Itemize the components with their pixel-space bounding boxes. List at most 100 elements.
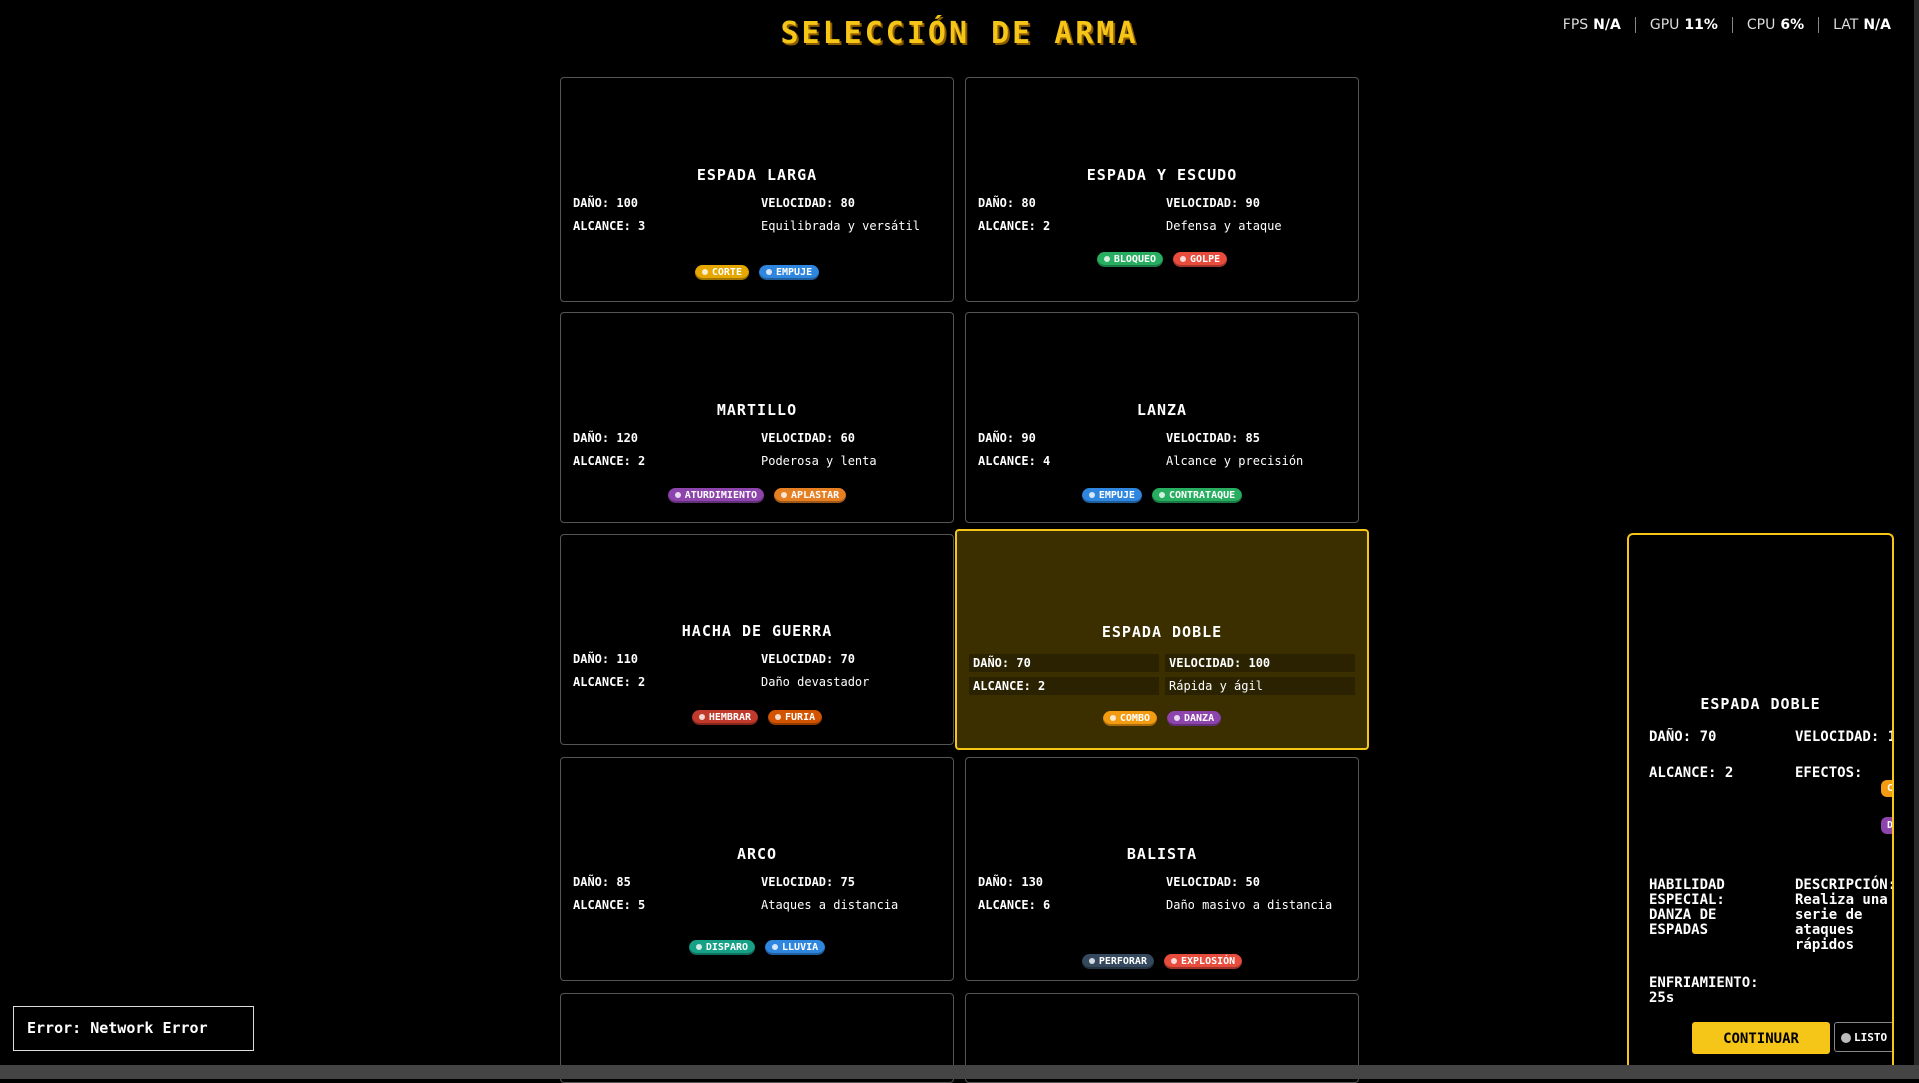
weapon-description: Rápida y ágil xyxy=(1165,677,1355,695)
weapon-name: ESPADA Y ESCUDO xyxy=(1086,166,1238,184)
effect-icon xyxy=(1158,492,1165,498)
weapon-damage: DAÑO: 80 xyxy=(978,196,1036,210)
effect-tag: CORTE xyxy=(694,265,749,280)
detail-weapon-name: ESPADA DOBLE xyxy=(1700,695,1821,713)
effect-tag: GOLPE xyxy=(1173,252,1228,267)
effect-icon xyxy=(695,944,702,950)
effect-icon xyxy=(1103,256,1110,262)
detail-reach: ALCANCE: 2 xyxy=(1649,765,1734,781)
effect-icon xyxy=(698,714,705,720)
effect-icon xyxy=(772,944,779,950)
weapon-damage: DAÑO: 100 xyxy=(573,196,639,210)
weapon-description: Defensa y ataque xyxy=(1166,219,1282,233)
weapon-tags: PERFORAR EXPLOSIÓN xyxy=(966,954,1358,969)
weapon-damage: DAÑO: 120 xyxy=(573,431,639,445)
effect-icon xyxy=(701,269,708,275)
weapon-card[interactable]: LANZA DAÑO: 90 VELOCIDAD: 85 ALCANCE: 4 … xyxy=(965,312,1359,523)
weapon-damage: DAÑO: 110 xyxy=(573,652,639,666)
ready-toggle[interactable]: LISTO xyxy=(1834,1022,1892,1052)
weapon-speed: VELOCIDAD: 100 xyxy=(1165,654,1355,672)
weapon-tags: DISPARO LLUVIA xyxy=(561,940,953,955)
effect-icon xyxy=(1088,958,1095,964)
effect-tag: APLASTAR xyxy=(774,488,847,503)
effect-icon xyxy=(1088,492,1095,498)
effect-tag: FURIA xyxy=(768,710,823,725)
weapon-reach: ALCANCE: 2 xyxy=(573,675,646,689)
weapon-name: ARCO xyxy=(736,845,778,863)
vertical-scrollbar[interactable] xyxy=(1914,0,1919,1065)
weapon-reach: ALCANCE: 2 xyxy=(573,454,646,468)
weapon-speed: VELOCIDAD: 75 xyxy=(761,875,855,889)
weapon-reach: ALCANCE: 2 xyxy=(978,219,1051,233)
ready-indicator-icon xyxy=(1841,1033,1851,1043)
effect-tag: CONTRATAQUE xyxy=(1151,488,1243,503)
effect-tag: EXPLOSIÓN xyxy=(1163,954,1243,969)
continue-button[interactable]: CONTINUAR xyxy=(1692,1022,1830,1054)
detail-description: DESCRIPCIÓN: Realiza una serie de ataque… xyxy=(1795,877,1894,953)
weapon-speed: VELOCIDAD: 80 xyxy=(761,196,855,210)
weapon-card[interactable]: ESPADA DOBLE DAÑO: 70 VELOCIDAD: 100 ALC… xyxy=(955,529,1369,750)
weapon-reach: ALCANCE: 3 xyxy=(573,219,646,233)
weapon-tags: CORTE EMPUJE xyxy=(561,265,953,280)
weapon-damage: DAÑO: 90 xyxy=(978,431,1036,445)
weapon-damage: DAÑO: 70 xyxy=(969,654,1159,672)
effect-icon xyxy=(775,714,782,720)
detail-damage: DAÑO: 70 xyxy=(1649,729,1717,745)
hud-lat: LAT N/A xyxy=(1818,17,1905,33)
weapon-description: Daño devastador xyxy=(761,675,870,689)
weapon-name: MARTILLO xyxy=(716,401,798,419)
weapon-name: BALISTA xyxy=(1126,845,1198,863)
detail-effects-label: EFECTOS: xyxy=(1795,765,1863,781)
weapon-tags: ATURDIMIENTO APLASTAR xyxy=(561,488,953,503)
horizontal-scrollbar[interactable] xyxy=(0,1065,1919,1079)
effect-tag: EMPUJE xyxy=(758,265,820,280)
weapon-name: ESPADA DOBLE xyxy=(1101,623,1223,641)
weapon-speed: VELOCIDAD: 90 xyxy=(1166,196,1260,210)
weapon-speed: VELOCIDAD: 50 xyxy=(1166,875,1260,889)
weapon-card[interactable]: HACHA DE GUERRA DAÑO: 110 VELOCIDAD: 70 … xyxy=(560,534,954,745)
weapon-reach: ALCANCE: 6 xyxy=(978,898,1051,912)
weapon-tags: EMPUJE CONTRATAQUE xyxy=(966,488,1358,503)
effect-icon xyxy=(674,492,681,498)
weapon-detail-panel: ESPADA DOBLE DAÑO: 70 VELOCIDAD: 10 ALCA… xyxy=(1627,533,1894,1079)
effect-tag: DANZA xyxy=(1167,711,1222,726)
effect-tag: HEMBRAR xyxy=(691,710,759,725)
detail-cooldown: ENFRIAMIENTO: 25s xyxy=(1649,975,1759,1006)
effect-tag: DISPARO xyxy=(688,940,756,955)
hud-fps: FPS N/A xyxy=(1562,17,1621,33)
weapon-card[interactable]: ESPADA LARGA DAÑO: 100 VELOCIDAD: 80 ALC… xyxy=(560,77,954,302)
effect-tag: PERFORAR xyxy=(1081,954,1154,969)
weapon-card[interactable]: MARTILLO DAÑO: 120 VELOCIDAD: 60 ALCANCE… xyxy=(560,312,954,523)
effect-icon xyxy=(1109,715,1116,721)
weapon-description: Alcance y precisión xyxy=(1166,454,1304,468)
weapon-reach: ALCANCE: 5 xyxy=(573,898,646,912)
weapon-card[interactable]: ESPADA Y ESCUDO DAÑO: 80 VELOCIDAD: 90 A… xyxy=(965,77,1359,302)
weapon-speed: VELOCIDAD: 70 xyxy=(761,652,855,666)
effect-tag: LLUVIA xyxy=(765,940,826,955)
effect-tag: ATURDIMIENTO xyxy=(667,488,765,503)
effect-icon xyxy=(1180,256,1187,262)
weapon-name: HACHA DE GUERRA xyxy=(681,622,833,640)
effect-icon xyxy=(781,492,788,498)
weapon-name: ESPADA LARGA xyxy=(696,166,818,184)
effect-tag: EMPUJE xyxy=(1081,488,1142,503)
weapon-card[interactable]: BALISTA DAÑO: 130 VELOCIDAD: 50 ALCANCE:… xyxy=(965,757,1359,981)
performance-hud: FPS N/A GPU 11% CPU 6% LAT N/A xyxy=(1549,17,1905,33)
weapon-speed: VELOCIDAD: 60 xyxy=(761,431,855,445)
weapon-description: Poderosa y lenta xyxy=(761,454,877,468)
weapon-speed: VELOCIDAD: 85 xyxy=(1166,431,1260,445)
weapon-card[interactable]: ARCO DAÑO: 85 VELOCIDAD: 75 ALCANCE: 5 A… xyxy=(560,757,954,981)
detail-effect-tag: COMB xyxy=(1881,780,1892,797)
weapon-reach: ALCANCE: 2 xyxy=(969,677,1159,695)
weapon-reach: ALCANCE: 4 xyxy=(978,454,1051,468)
effect-icon xyxy=(765,269,772,275)
weapon-description: Ataques a distancia xyxy=(761,898,899,912)
weapon-damage: DAÑO: 130 xyxy=(978,875,1044,889)
detail-special-ability: HABILIDAD ESPECIAL: DANZA DE ESPADAS xyxy=(1649,877,1725,938)
weapon-tags: HEMBRAR FURIA xyxy=(561,710,953,725)
hud-cpu: CPU 6% xyxy=(1731,17,1818,33)
weapon-tags: COMBO DANZA xyxy=(957,711,1367,726)
weapon-damage: DAÑO: 85 xyxy=(573,875,631,889)
weapon-description: Daño masivo a distancia xyxy=(1166,898,1333,912)
effect-icon xyxy=(1170,958,1177,964)
